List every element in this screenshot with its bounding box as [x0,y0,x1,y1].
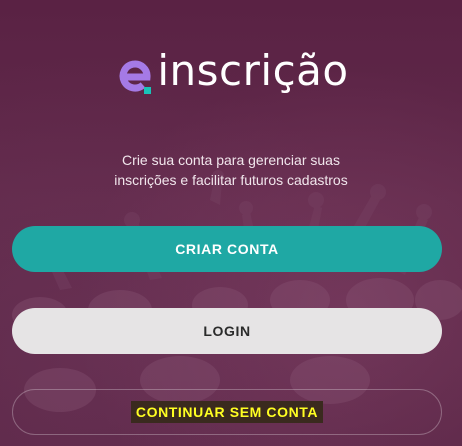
login-label: LOGIN [203,323,251,339]
e-logo-icon [113,44,155,102]
continue-without-account-label: CONTINUAR SEM CONTA [130,401,324,423]
continue-without-account-button[interactable]: CONTINUAR SEM CONTA [12,389,442,435]
login-button[interactable]: LOGIN [12,308,442,354]
welcome-screen: inscrição Crie sua conta para gerenciar … [0,0,462,446]
intro-line-1: Crie sua conta para gerenciar suas [122,152,340,168]
intro-line-2: inscrições e facilitar futuros cadastros [114,172,348,188]
create-account-label: CRIAR CONTA [175,241,279,257]
app-logo: inscrição [0,44,462,102]
intro-text: Crie sua conta para gerenciar suas inscr… [40,150,422,190]
create-account-button[interactable]: CRIAR CONTA [12,226,442,272]
app-logo-text: inscrição [157,46,349,95]
